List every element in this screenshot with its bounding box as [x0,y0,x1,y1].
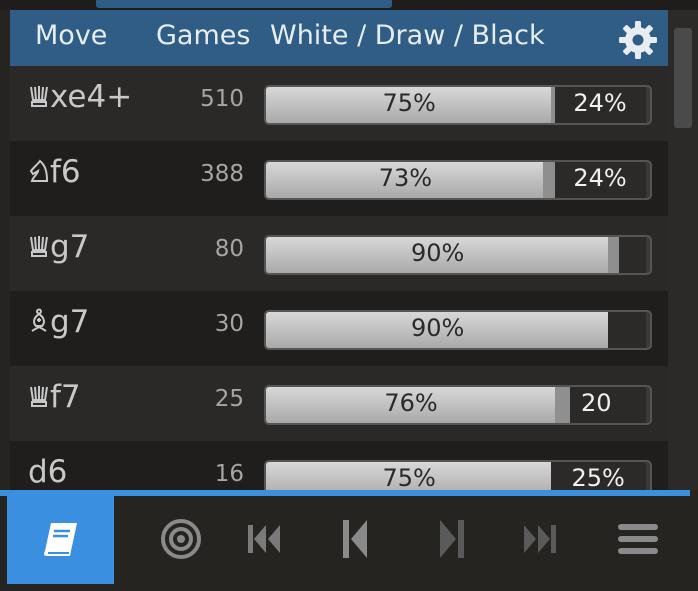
opening-book-button[interactable] [7,494,114,584]
next-move-button[interactable] [402,494,502,584]
move-text: f7 [50,379,81,415]
first-move-button[interactable] [216,494,316,584]
move-text: d6 [28,454,68,490]
queen-icon [28,381,50,417]
bottom-toolbar [0,490,698,591]
games-count: 388 [200,161,244,187]
move-text: g7 [50,229,90,265]
result-bar[interactable]: 75% 24% [264,85,652,125]
move-notation[interactable]: f6 [28,154,81,192]
black-percent-label: 24% [573,89,627,117]
last-move-button[interactable] [488,494,588,584]
active-tab-indicator[interactable] [96,0,392,8]
gear-icon[interactable] [618,20,658,60]
knight-icon [28,156,50,192]
move-text: g7 [50,304,90,340]
result-bar[interactable]: 75% 25% [264,460,652,490]
explorer-header: Move Games White / Draw / Black [10,10,668,66]
result-column-header: White / Draw / Black [270,20,545,51]
scrollbar-thumb[interactable] [674,28,692,128]
move-text: xe4+ [50,79,133,115]
result-bar[interactable]: 73% 24% [264,160,652,200]
draw-segment [608,237,620,273]
move-notation[interactable]: g7 [28,229,89,267]
book-icon [43,523,77,556]
result-bar[interactable]: 90% [264,310,652,350]
black-percent-label: 20 [581,389,612,417]
next-move-icon [440,520,464,558]
white-percent-label: 75% [382,89,436,117]
previous-move-button[interactable] [305,494,405,584]
table-row[interactable]: f7 25 76% 20 [10,366,668,441]
menu-icon [618,524,658,554]
draw-segment [554,387,570,423]
white-percent-label: 76% [384,389,438,417]
prev-move-icon [343,520,367,558]
result-bar[interactable]: 76% 20 [264,385,652,425]
table-row[interactable]: g7 80 90% [10,216,668,291]
move-notation[interactable]: f7 [28,379,81,417]
games-count: 510 [200,86,244,112]
last-move-icon [524,525,556,553]
result-bar[interactable]: 90% [264,235,652,275]
black-percent-label: 25% [571,464,625,490]
games-count: 80 [214,236,244,262]
table-row[interactable]: g7 30 90% [10,291,668,366]
white-percent-label: 75% [382,464,436,490]
games-column-header: Games [156,20,251,51]
table-row[interactable]: xe4+ 510 75% 24% [10,66,668,141]
move-notation[interactable]: g7 [28,304,89,342]
menu-button[interactable] [588,494,688,584]
black-percent-label: 24% [573,164,627,192]
black-win-segment [619,237,646,273]
games-count: 25 [214,386,244,412]
bishop-icon [28,306,50,342]
queen-icon [28,231,50,267]
games-count: 16 [214,461,244,487]
black-win-segment [608,312,646,348]
table-row[interactable]: f6 388 73% 24% [10,141,668,216]
white-percent-label: 90% [411,314,465,342]
move-column-header: Move [35,20,108,51]
move-text: f6 [50,154,81,190]
target-icon [161,519,201,559]
white-percent-label: 73% [378,164,433,192]
move-notation[interactable]: xe4+ [28,79,132,117]
queen-icon [28,81,50,117]
first-move-icon [248,525,280,553]
table-row[interactable]: d6 16 75% 25% [10,441,668,490]
move-notation[interactable]: d6 [28,454,67,490]
opening-explorer-panel: Move Games White / Draw / Black xe4+ 510 7… [10,10,668,490]
top-strip [0,0,698,10]
white-percent-label: 90% [411,239,465,267]
games-count: 30 [214,311,244,337]
draw-segment [543,162,555,198]
